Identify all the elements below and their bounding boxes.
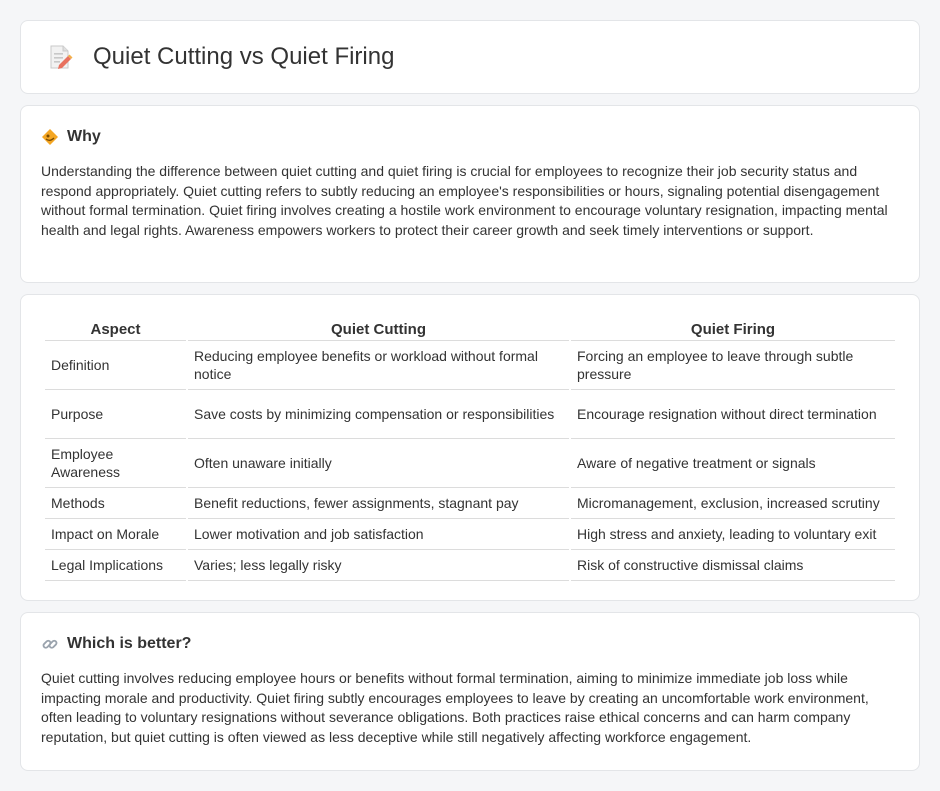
why-text: Understanding the difference between qui… [41,163,888,238]
quiet-firing-cell: High stress and anxiety, leading to volu… [571,519,895,550]
why-heading: Why [41,126,899,146]
aspect-cell: Methods [45,488,186,519]
table-row: Methods Benefit reductions, fewer assign… [45,488,895,519]
table-header-row: Aspect Quiet Cutting Quiet Firing [45,317,895,341]
header-card: Quiet Cutting vs Quiet Firing [20,20,920,94]
better-title: Which is better? [67,635,192,652]
aspect-cell: Employee Awareness [45,439,186,488]
quiet-firing-cell: Encourage resignation without direct ter… [571,390,895,439]
table-row: Definition Reducing employee benefits or… [45,341,895,390]
quiet-cutting-cell: Reducing employee benefits or workload w… [188,341,569,390]
table-row: Impact on Morale Lower motivation and jo… [45,519,895,550]
aspect-cell: Purpose [45,390,186,439]
table-row: Legal Implications Varies; less legally … [45,550,895,581]
table-row: Employee Awareness Often unaware initial… [45,439,895,488]
aspect-cell: Legal Implications [45,550,186,581]
document-pencil-icon [47,44,73,70]
quiet-firing-cell: Micromanagement, exclusion, increased sc… [571,488,895,519]
aspect-cell: Impact on Morale [45,519,186,550]
quiet-cutting-cell: Varies; less legally risky [188,550,569,581]
why-section: Why Understanding the difference between… [20,105,920,283]
better-heading: Which is better? [41,633,899,653]
header-quiet-cutting: Quiet Cutting [188,317,569,341]
quiet-firing-cell: Forcing an employee to leave through sub… [571,341,895,390]
header-aspect: Aspect [45,317,186,341]
quiet-cutting-cell: Often unaware initially [188,439,569,488]
header-quiet-firing: Quiet Firing [571,317,895,341]
comparison-table: Aspect Quiet Cutting Quiet Firing Defini… [43,317,897,581]
quiet-firing-cell: Risk of constructive dismissal claims [571,550,895,581]
better-text: Quiet cutting involves reducing employee… [41,670,869,745]
page: Quiet Cutting vs Quiet Firing Why Unders… [0,0,940,791]
quiet-cutting-cell: Benefit reductions, fewer assignments, s… [188,488,569,519]
aspect-cell: Definition [45,341,186,390]
quiet-firing-cell: Aware of negative treatment or signals [571,439,895,488]
quiet-cutting-cell: Lower motivation and job satisfaction [188,519,569,550]
diamond-sign-icon [41,128,59,146]
which-is-better-section: Which is better? Quiet cutting involves … [20,612,920,771]
page-title: Quiet Cutting vs Quiet Firing [93,43,395,70]
why-title: Why [67,128,101,145]
link-icon [41,635,59,653]
quiet-cutting-cell: Save costs by minimizing compensation or… [188,390,569,439]
table-row: Purpose Save costs by minimizing compens… [45,390,895,439]
comparison-card: Aspect Quiet Cutting Quiet Firing Defini… [20,294,920,601]
